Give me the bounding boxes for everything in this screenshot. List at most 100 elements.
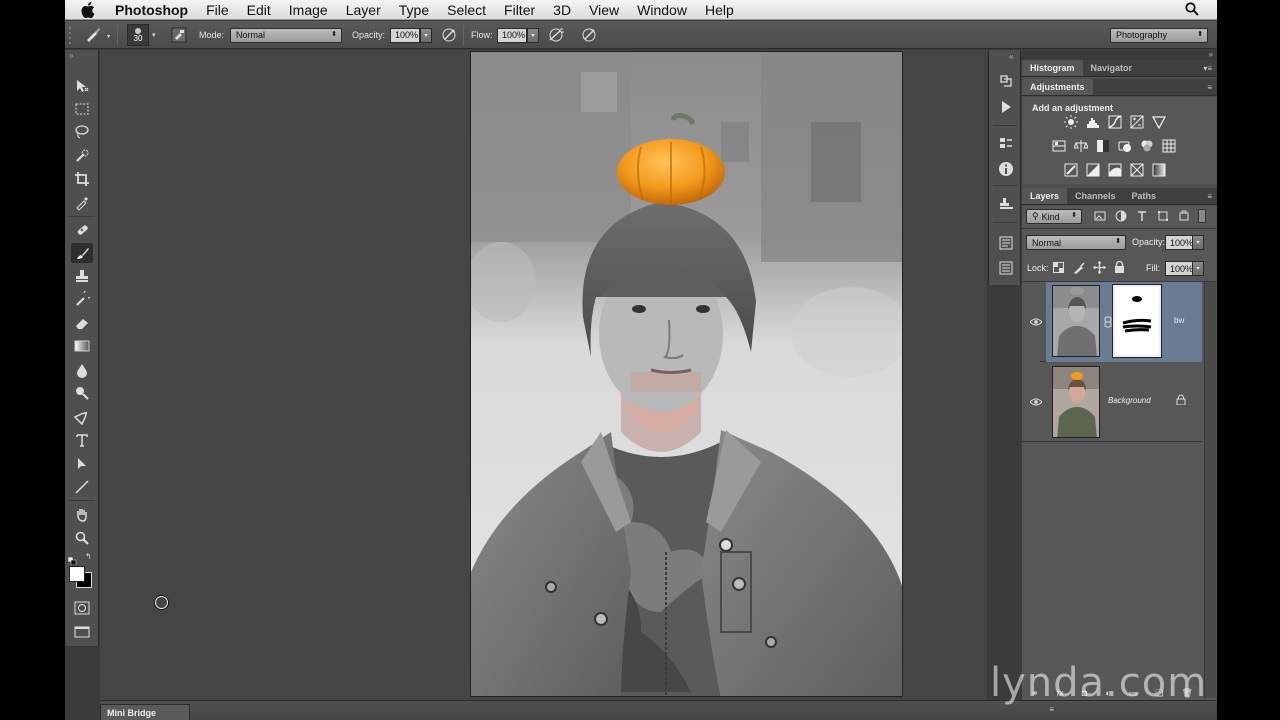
screen-mode-icon[interactable] (71, 622, 93, 642)
collapse-tools-icon[interactable]: » (69, 51, 73, 60)
filter-type-icon[interactable] (1136, 210, 1148, 222)
tab-adjustments[interactable]: Adjustments (1022, 79, 1093, 95)
gradient-map-icon[interactable] (1152, 163, 1166, 177)
menu-window[interactable]: Window (637, 2, 687, 18)
exposure-icon[interactable] (1130, 115, 1144, 129)
tool-preset-picker[interactable]: ▾ (83, 21, 113, 49)
hand-tool-icon[interactable] (71, 505, 93, 525)
flow-field[interactable]: 100% (497, 27, 527, 43)
clone-source-panel-icon[interactable] (997, 195, 1015, 213)
zoom-tool-icon[interactable] (71, 528, 93, 548)
move-tool-icon[interactable] (71, 76, 93, 96)
layer-name[interactable]: Background (1108, 396, 1151, 405)
layer-thumbnail[interactable] (1052, 285, 1100, 357)
swap-colors-icon[interactable]: ↰ (85, 552, 92, 561)
filter-toggle-switch[interactable] (1198, 209, 1206, 223)
layer-blend-mode-dropdown[interactable]: Normal ⬍ (1026, 235, 1126, 250)
layer-row[interactable]: Background (1022, 362, 1202, 442)
menu-select[interactable]: Select (447, 2, 486, 18)
panel-menu-icon[interactable]: ▾≡ (1203, 64, 1212, 73)
type-tool-icon[interactable] (71, 430, 93, 450)
properties-panel-icon[interactable] (997, 134, 1015, 152)
levels-icon[interactable] (1086, 115, 1100, 129)
default-colors-icon[interactable] (67, 552, 78, 566)
fill-field[interactable]: 100% (1165, 261, 1193, 276)
fill-slider-button[interactable]: ▾ (1192, 261, 1204, 276)
airbrush-icon[interactable] (547, 21, 565, 49)
spotlight-search-icon[interactable] (1185, 2, 1199, 19)
layer-filter-kind-dropdown[interactable]: ⚲ Kind ⬍ (1026, 209, 1082, 224)
quick-mask-icon[interactable] (71, 598, 93, 618)
eraser-tool-icon[interactable] (71, 313, 93, 333)
lasso-tool-icon[interactable] (71, 122, 93, 142)
clone-stamp-tool-icon[interactable] (71, 266, 93, 286)
info-panel-icon[interactable] (997, 160, 1015, 178)
quick-selection-tool-icon[interactable] (71, 146, 93, 166)
mask-link-icon[interactable] (1104, 316, 1112, 328)
menu-3d[interactable]: 3D (553, 2, 571, 18)
app-name-menu[interactable]: Photoshop (115, 2, 188, 18)
black-white-icon[interactable] (1096, 139, 1110, 153)
pen-tool-icon[interactable] (71, 407, 93, 427)
menu-help[interactable]: Help (705, 2, 734, 18)
pressure-size-icon[interactable] (581, 21, 597, 49)
tab-channels[interactable]: Channels (1067, 188, 1124, 204)
apple-menu-icon[interactable] (81, 1, 103, 18)
menu-layer[interactable]: Layer (346, 2, 381, 18)
panel-menu-icon[interactable]: ≡ (1207, 192, 1212, 201)
menu-type[interactable]: Type (399, 2, 429, 18)
menu-view[interactable]: View (589, 2, 619, 18)
blur-tool-icon[interactable] (71, 360, 93, 380)
tab-paths[interactable]: Paths (1124, 188, 1165, 204)
brush-panel-toggle-icon[interactable] (171, 21, 187, 49)
workspace-switcher[interactable]: Photography ⬍ (1110, 27, 1208, 43)
line-tool-icon[interactable] (71, 477, 93, 497)
collapse-panels-icon[interactable]: » (1209, 50, 1213, 59)
menu-image[interactable]: Image (289, 2, 328, 18)
mini-bridge-tab[interactable]: Mini Bridge (100, 704, 190, 720)
flow-slider-button[interactable]: ▾ (527, 27, 539, 43)
layer-name[interactable]: bw (1174, 316, 1184, 325)
foreground-color-swatch[interactable] (69, 566, 85, 582)
layer-mask-thumbnail[interactable] (1113, 285, 1161, 357)
actions-panel-icon[interactable] (997, 98, 1015, 116)
photo-filter-icon[interactable] (1118, 139, 1132, 153)
opacity-field[interactable]: 100% (390, 27, 420, 43)
color-balance-icon[interactable] (1074, 139, 1088, 153)
selective-color-icon[interactable] (1130, 163, 1144, 177)
healing-brush-tool-icon[interactable] (71, 220, 93, 240)
panel-menu-icon[interactable]: ≡ (1207, 83, 1212, 92)
marquee-tool-icon[interactable] (71, 99, 93, 119)
color-lookup-icon[interactable] (1162, 139, 1176, 153)
filter-pixel-icon[interactable] (1094, 210, 1106, 222)
document-image[interactable] (470, 51, 903, 697)
brush-size-picker[interactable]: 30 ▾ (127, 21, 156, 49)
document-canvas-area[interactable] (100, 50, 987, 700)
layer-opacity-field[interactable]: 100% (1165, 235, 1193, 250)
paragraph-panel-icon[interactable] (997, 259, 1015, 277)
blend-mode-dropdown[interactable]: Normal ⬍ (230, 27, 342, 43)
visibility-eye-icon[interactable] (1030, 398, 1042, 406)
eyedropper-tool-icon[interactable] (71, 193, 93, 213)
menu-filter[interactable]: Filter (504, 2, 535, 18)
panel-menu-icon[interactable]: ≡ (1049, 705, 1054, 714)
gradient-tool-icon[interactable] (71, 336, 93, 356)
curves-icon[interactable] (1108, 115, 1122, 129)
lock-position-icon[interactable] (1093, 261, 1106, 274)
history-brush-tool-icon[interactable] (71, 289, 93, 309)
layer-lock-icon[interactable] (1176, 394, 1186, 405)
lock-image-pixels-icon[interactable] (1073, 262, 1085, 274)
vibrance-icon[interactable] (1152, 115, 1166, 129)
history-panel-icon[interactable] (997, 72, 1015, 90)
lock-transparent-pixels-icon[interactable] (1053, 262, 1064, 273)
layer-thumbnail[interactable] (1052, 366, 1100, 438)
tab-histogram[interactable]: Histogram (1022, 60, 1083, 76)
menu-edit[interactable]: Edit (247, 2, 271, 18)
dodge-tool-icon[interactable] (71, 383, 93, 403)
tab-layers[interactable]: Layers (1022, 188, 1068, 204)
collapse-dock-icon[interactable]: « (1009, 52, 1013, 61)
lock-all-icon[interactable] (1114, 261, 1125, 273)
posterize-icon[interactable] (1086, 163, 1100, 177)
crop-tool-icon[interactable] (71, 169, 93, 189)
hue-saturation-icon[interactable] (1052, 139, 1066, 153)
